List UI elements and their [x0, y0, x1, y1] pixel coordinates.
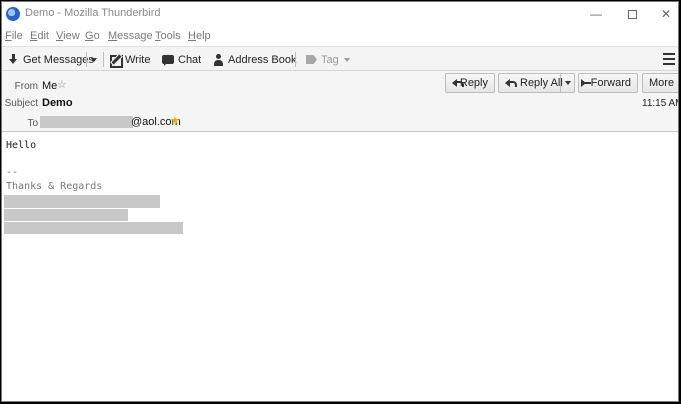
more-button[interactable]: More [642, 73, 679, 93]
thunderbird-logo-icon [6, 7, 20, 21]
star-icon[interactable]: ☆ [57, 78, 67, 91]
toolbar-separator [86, 52, 87, 67]
toolbar-separator [295, 52, 296, 67]
reply-icon [452, 79, 464, 87]
app-menu-button[interactable] [663, 53, 675, 65]
reply-all-icon [505, 79, 517, 87]
reply-label: Reply [459, 77, 488, 89]
title-bar: Demo - Mozilla Thunderbird — ✕ [2, 2, 678, 26]
body-greeting: Hello [6, 140, 37, 151]
tag-button[interactable]: Tag [306, 51, 350, 68]
message-header: From Me ☆ Subject Demo To @aol.com ★ Rep… [2, 71, 678, 132]
window-title: Demo - Mozilla Thunderbird [25, 7, 161, 19]
main-toolbar: Get Messages Write Chat Address Book Tag [2, 46, 678, 71]
from-label: From [14, 81, 38, 92]
subject-label: Subject [4, 98, 38, 109]
minimize-button[interactable]: — [578, 2, 614, 26]
reply-button[interactable]: Reply [445, 73, 495, 93]
reply-all-label: Reply All [520, 77, 563, 89]
forward-button[interactable]: Forward [578, 73, 638, 93]
split-divider [560, 74, 561, 92]
from-value[interactable]: Me [42, 80, 57, 92]
forward-label: Forward [590, 77, 631, 89]
close-button[interactable]: ✕ [648, 2, 678, 26]
chevron-down-icon [343, 57, 350, 62]
address-book-button[interactable]: Address Book [213, 51, 296, 68]
get-messages-button[interactable]: Get Messages [8, 51, 94, 68]
forward-icon [582, 79, 589, 87]
redacted-recipient [40, 116, 133, 128]
write-icon [110, 54, 123, 68]
tag-icon [306, 55, 317, 64]
menu-bar: File Edit View Go Message Tools Help [2, 26, 678, 46]
menu-go[interactable]: Go [85, 30, 100, 42]
subject-value: Demo [42, 97, 73, 109]
thunderbird-window: Demo - Mozilla Thunderbird — ✕ File Edit… [1, 1, 679, 402]
redacted-signature-line [4, 222, 183, 234]
menu-message[interactable]: Message [108, 30, 153, 42]
chat-icon [162, 55, 174, 66]
tag-label: Tag [321, 53, 339, 66]
toolbar-separator [103, 52, 104, 67]
to-label: To [27, 118, 38, 129]
download-icon [8, 53, 19, 66]
chat-button[interactable]: Chat [162, 51, 201, 68]
more-label: More [649, 77, 675, 89]
star-filled-icon[interactable]: ★ [170, 114, 180, 127]
chevron-down-icon[interactable] [565, 81, 571, 85]
chevron-down-icon [91, 57, 97, 62]
signature-signoff: Thanks & Regards [6, 181, 103, 192]
redacted-signature-line [4, 209, 128, 221]
get-messages-dropdown[interactable] [91, 51, 97, 68]
maximize-icon [627, 10, 637, 20]
write-label: Write [125, 53, 151, 66]
redacted-signature-line [4, 195, 160, 208]
get-messages-label: Get Messages [23, 53, 94, 66]
message-time: 11:15 AM [642, 98, 678, 109]
message-body: Hello -- Thanks & Regards [2, 133, 678, 401]
menu-file[interactable]: File [5, 30, 23, 42]
signature-separator: -- [6, 167, 19, 178]
chevron-down-icon [678, 81, 679, 85]
maximize-button[interactable] [614, 2, 650, 26]
menu-tools[interactable]: Tools [155, 30, 181, 42]
address-book-icon [213, 53, 224, 66]
menu-help[interactable]: Help [188, 30, 211, 42]
write-button[interactable]: Write [110, 51, 150, 68]
address-book-label: Address Book [228, 53, 297, 66]
reply-all-button[interactable]: Reply All [498, 73, 575, 93]
menu-view[interactable]: View [56, 30, 80, 42]
hamburger-icon [663, 53, 675, 55]
chat-label: Chat [178, 53, 202, 66]
menu-edit[interactable]: Edit [30, 30, 49, 42]
